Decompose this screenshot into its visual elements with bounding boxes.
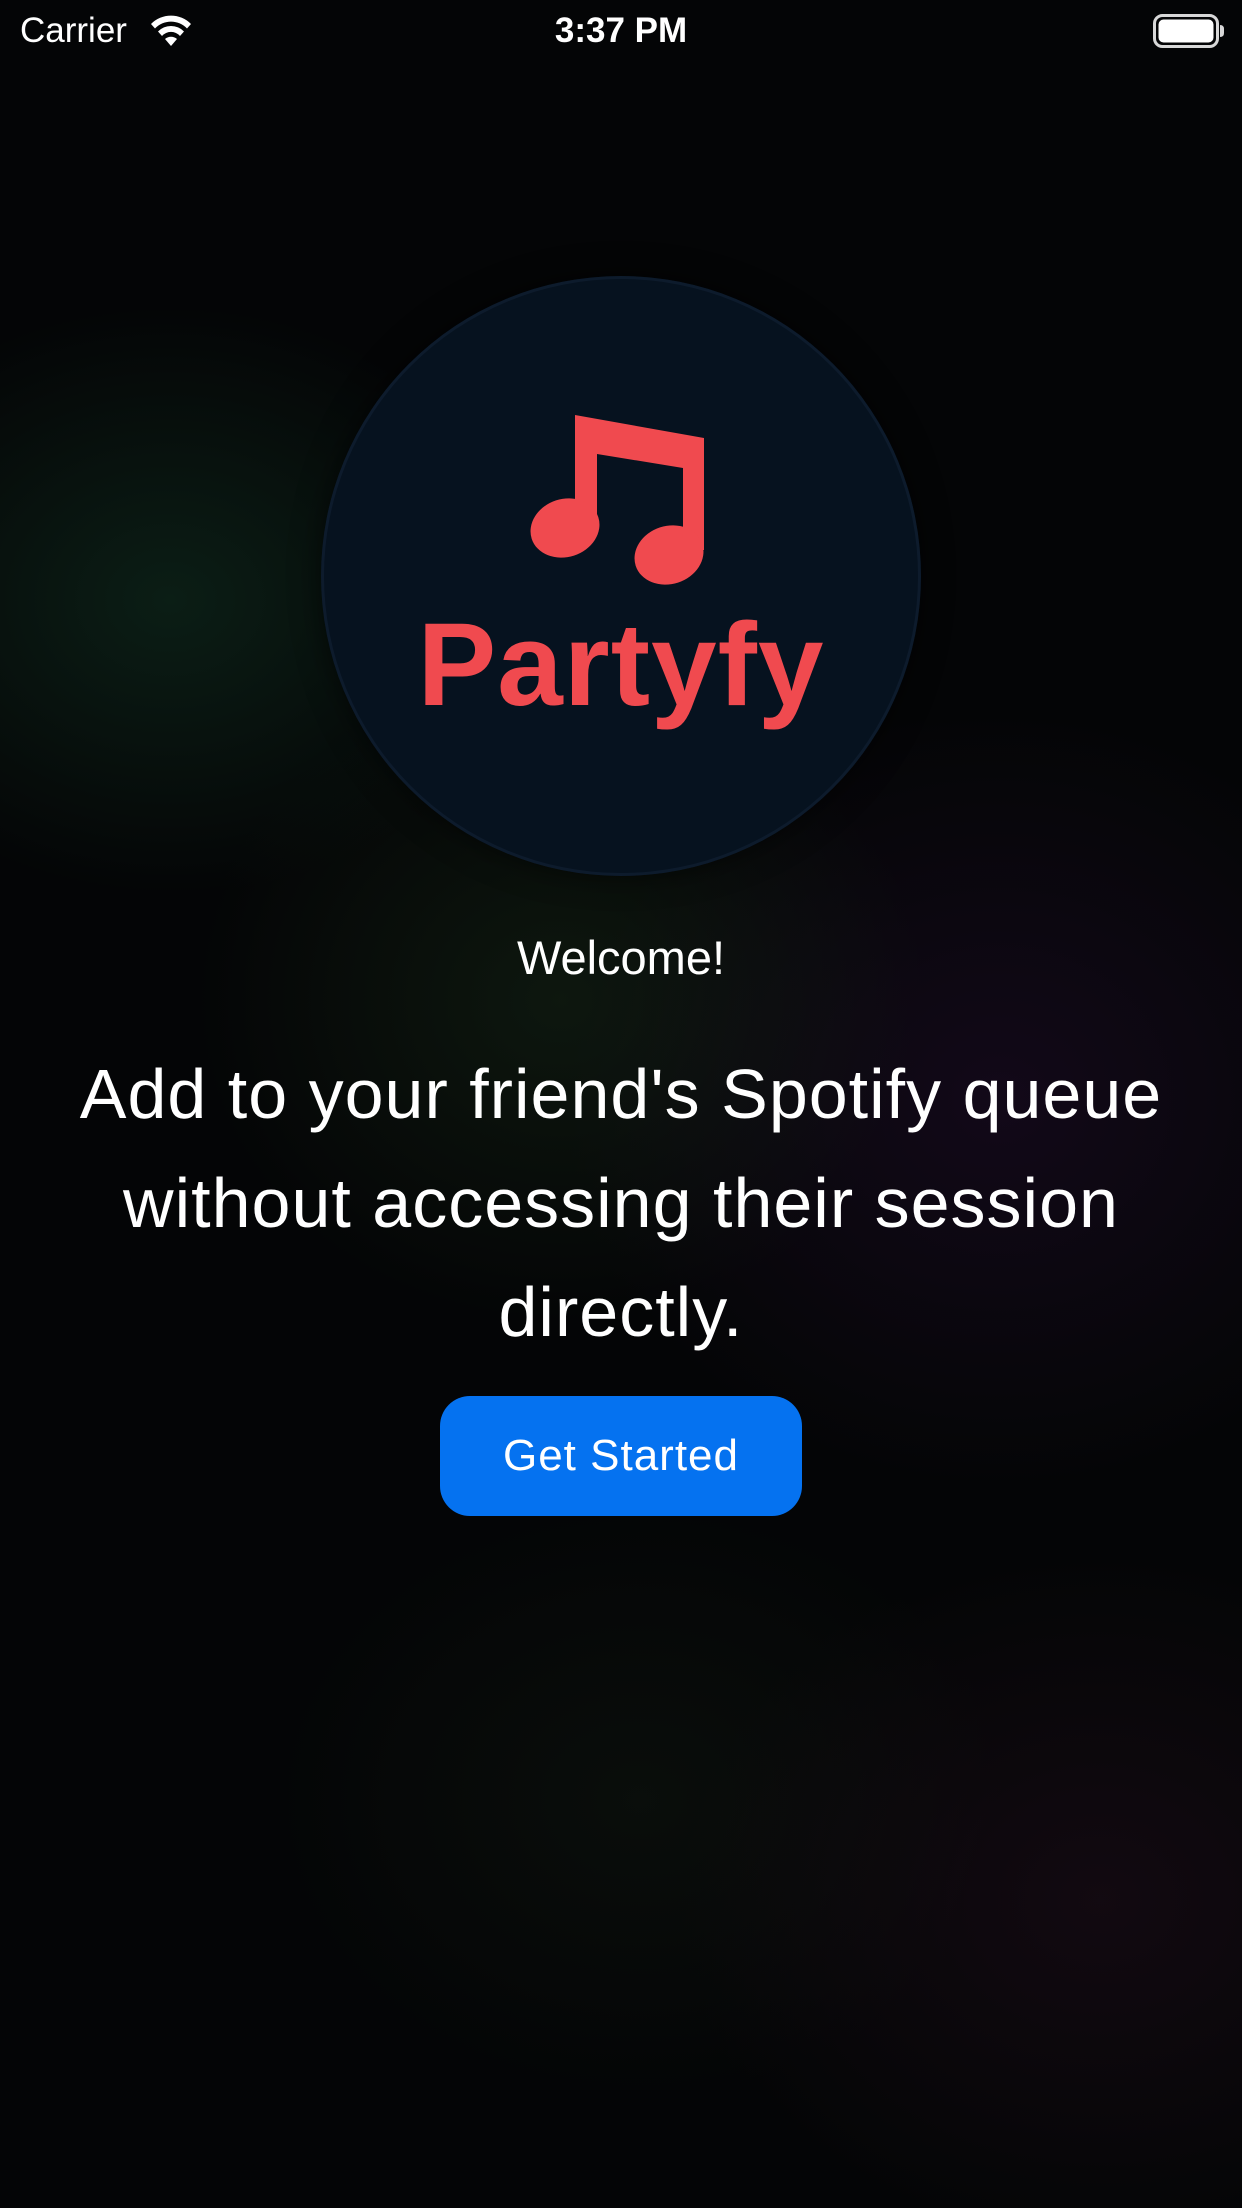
status-bar: Carrier 3:37 PM [0,0,1242,62]
welcome-heading: Welcome! [516,931,726,984]
music-note-icon [530,415,704,585]
get-started-button[interactable]: Get Started [440,1396,802,1516]
status-time: 3:37 PM [554,11,688,50]
battery-icon [1153,14,1224,48]
app-wordmark: Partyfy [417,599,825,731]
tagline-text: Add to your friend's Spotify queue witho… [79,1055,1163,1351]
